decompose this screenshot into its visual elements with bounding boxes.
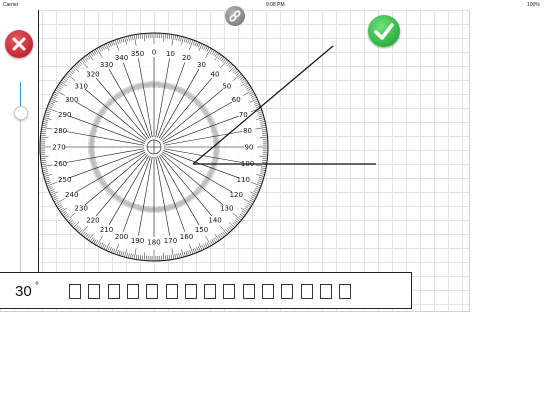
answer-input-box[interactable]	[242, 284, 255, 299]
answer-input-box[interactable]	[262, 284, 274, 299]
protractor-label: 30	[197, 61, 206, 69]
answer-input-box[interactable]	[165, 284, 178, 299]
protractor-label: 310	[75, 82, 88, 90]
answer-input-box[interactable]	[146, 284, 159, 299]
protractor-label: 40	[211, 71, 220, 79]
answer-input-box[interactable]	[204, 284, 217, 299]
answer-input-box[interactable]	[223, 284, 236, 299]
protractor-label: 340	[115, 54, 128, 62]
protractor-label: 70	[239, 111, 248, 119]
protractor[interactable]: 0 102030405060708090100110120130140150160…	[39, 32, 269, 262]
protractor-label: 230	[75, 205, 88, 213]
zoom-slider-thumb[interactable]	[14, 106, 28, 120]
protractor-label: 160	[180, 233, 193, 241]
protractor-label: 50	[222, 82, 231, 90]
protractor-label: 300	[65, 96, 78, 104]
protractor-label: 10	[166, 50, 175, 58]
protractor-label: 250	[58, 176, 71, 184]
protractor-label: 270	[52, 144, 65, 152]
protractor-label: 200	[115, 233, 128, 241]
check-button[interactable]	[368, 15, 400, 47]
answer-input-box[interactable]	[184, 284, 197, 299]
protractor-label: 180	[147, 239, 160, 247]
x-icon	[12, 37, 26, 51]
answer-input-box[interactable]	[69, 284, 81, 299]
link-button[interactable]	[225, 6, 245, 26]
protractor-label: 80	[243, 127, 252, 135]
angle-unit: °	[35, 281, 39, 292]
left-panel	[0, 10, 39, 278]
protractor-label: 190	[131, 237, 144, 245]
protractor-label: 110	[237, 176, 250, 184]
protractor-svg: 0 102030405060708090100110120130140150160…	[39, 32, 376, 262]
link-icon	[229, 10, 241, 22]
protractor-label: 290	[58, 111, 71, 119]
answer-input-box[interactable]	[300, 284, 313, 299]
protractor-label: 320	[86, 71, 99, 79]
protractor-label: 330	[100, 61, 113, 69]
protractor-label: 120	[230, 191, 243, 199]
protractor-label: 90	[245, 144, 254, 152]
protractor-label: 210	[100, 226, 113, 234]
close-button[interactable]	[5, 30, 33, 58]
protractor-label: 130	[220, 205, 233, 213]
protractor-label: 280	[54, 127, 67, 135]
protractor-label: 350	[131, 50, 144, 58]
protractor-label: 60	[232, 96, 241, 104]
protractor-label: 260	[54, 160, 67, 168]
protractor-label: 220	[86, 216, 99, 224]
answer-input-box[interactable]	[339, 284, 352, 299]
answer-input-box[interactable]	[107, 284, 120, 299]
protractor-label: 150	[195, 226, 208, 234]
angle-value: 30	[15, 283, 32, 300]
protractor-label: 170	[164, 237, 177, 245]
protractor-label: 140	[208, 216, 221, 224]
checkmark-icon	[374, 23, 394, 40]
answer-input-box[interactable]	[88, 284, 101, 299]
answer-input-box[interactable]	[281, 284, 294, 299]
answer-input-box[interactable]	[126, 284, 139, 299]
protractor-label: 20	[182, 54, 191, 62]
protractor-label: 240	[65, 191, 78, 199]
protractor-label: 0	[152, 49, 156, 57]
answer-input-box[interactable]	[319, 284, 332, 299]
